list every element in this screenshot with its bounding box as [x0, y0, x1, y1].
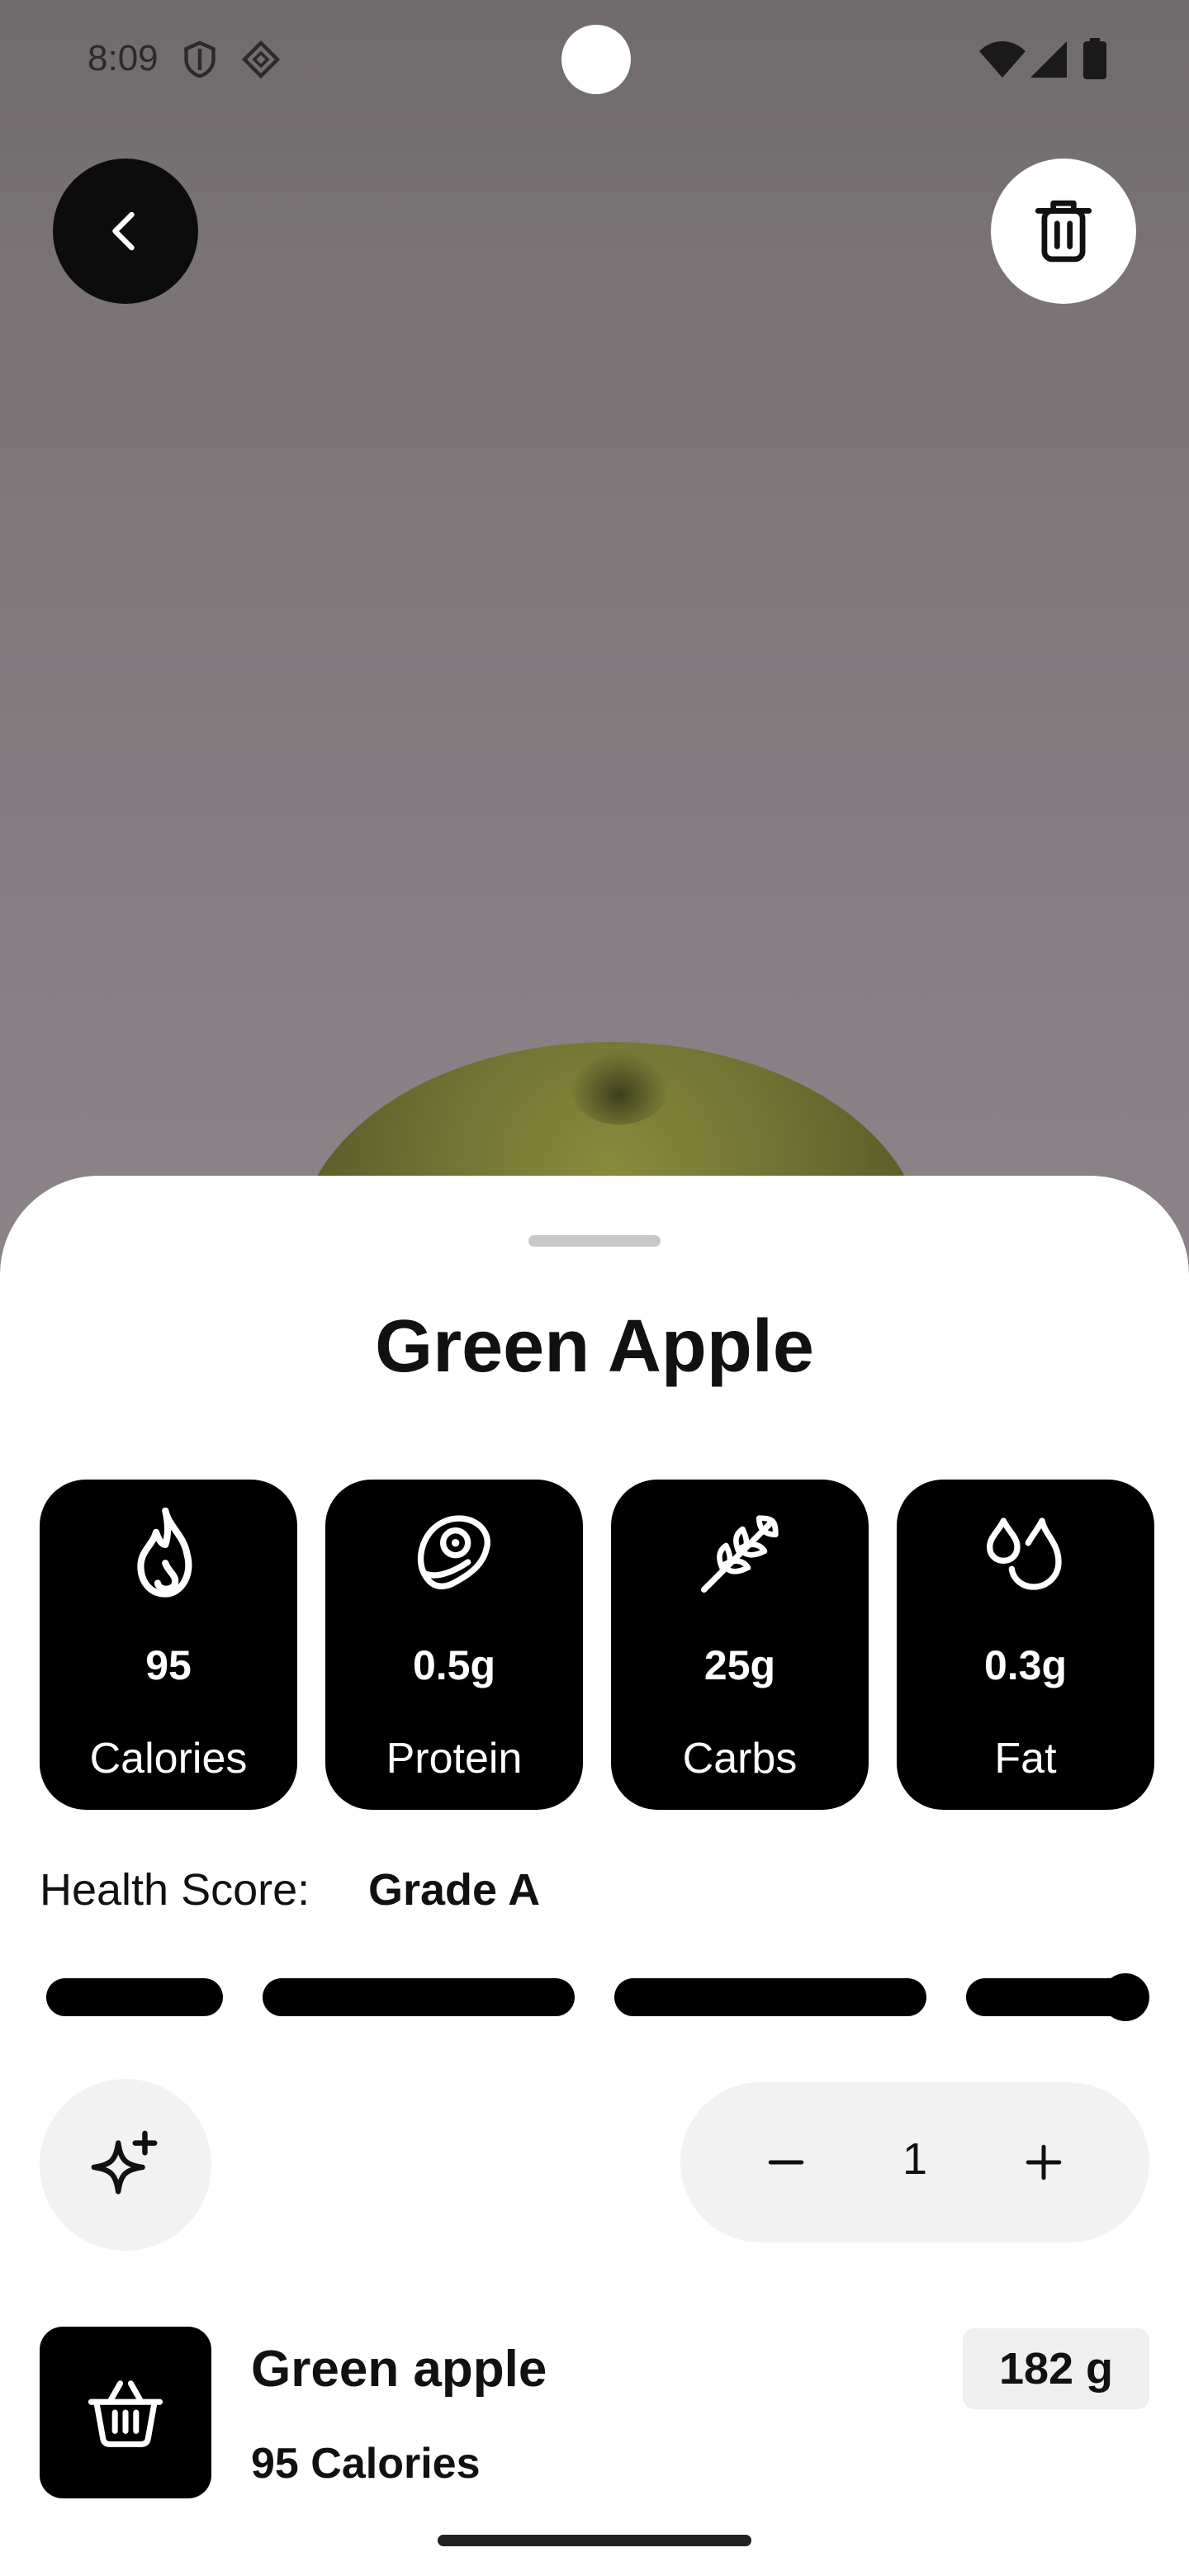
ingredient-calories: 95 Calories: [251, 2440, 481, 2488]
stat-card-carbs: 25g Carbs: [611, 1480, 869, 1810]
stat-label: Protein: [386, 1735, 523, 1783]
apple-stem-shadow: [570, 1050, 669, 1125]
stat-value: 0.5g: [412, 1642, 496, 1688]
flame-icon: [137, 1508, 192, 1598]
camera-cutout: [561, 25, 631, 94]
health-bar-segment-3: [614, 1978, 926, 2016]
stat-value: 0.3g: [983, 1642, 1068, 1688]
basket-icon: [88, 2380, 163, 2447]
meat-icon: [417, 1515, 490, 1589]
stat-card-fat: 0.3g Fat: [897, 1480, 1154, 1810]
status-time: 8:09: [88, 38, 159, 78]
ai-sparkle-button[interactable]: [40, 2079, 211, 2251]
sparkle-icon: [91, 2130, 158, 2195]
stat-value: 25g: [703, 1642, 776, 1688]
quantity-stepper: 1: [680, 2082, 1149, 2242]
ingredient-name: Green apple: [251, 2341, 547, 2398]
drops-icon: [987, 1518, 1062, 1590]
stat-label: Fat: [994, 1735, 1057, 1783]
shield-icon: [184, 40, 216, 78]
sheet-drag-handle[interactable]: [528, 1235, 661, 1247]
trash-icon: [1035, 200, 1092, 263]
stat-label: Carbs: [682, 1735, 798, 1783]
ingredient-weight[interactable]: 182 g: [963, 2328, 1149, 2409]
stat-card-protein: 0.5g Protein: [325, 1480, 583, 1810]
app-diamond-icon: [241, 40, 281, 79]
food-title: Green Apple: [375, 1305, 814, 1388]
health-bar-segment-1: [46, 1978, 223, 2016]
stat-card-calories: 95 Calories: [40, 1480, 297, 1810]
decrease-button[interactable]: [745, 2121, 827, 2204]
stat-label: Calories: [89, 1735, 248, 1783]
health-grade: Grade A: [368, 1865, 541, 1915]
quantity-value: 1: [902, 2134, 928, 2184]
health-score-label: Health Score:: [40, 1865, 310, 1915]
health-score-indicator: [1101, 1973, 1149, 2021]
back-button[interactable]: [53, 159, 198, 304]
wifi-icon: [979, 41, 1026, 78]
ingredient-icon: [40, 2327, 211, 2498]
cellular-signal-icon: [1030, 41, 1067, 78]
gesture-home-bar[interactable]: [438, 2535, 751, 2546]
plus-icon: [1026, 2144, 1062, 2181]
increase-button[interactable]: [1002, 2121, 1085, 2204]
wheat-icon: [701, 1515, 779, 1593]
delete-button[interactable]: [991, 159, 1136, 304]
chevron-left-icon: [112, 211, 135, 251]
minus-icon: [768, 2160, 804, 2165]
health-score: Health Score: Grade A: [40, 1864, 540, 1915]
battery-icon: [1083, 38, 1106, 79]
stat-value: 95: [145, 1642, 192, 1688]
health-bar-segment-2: [263, 1978, 575, 2016]
